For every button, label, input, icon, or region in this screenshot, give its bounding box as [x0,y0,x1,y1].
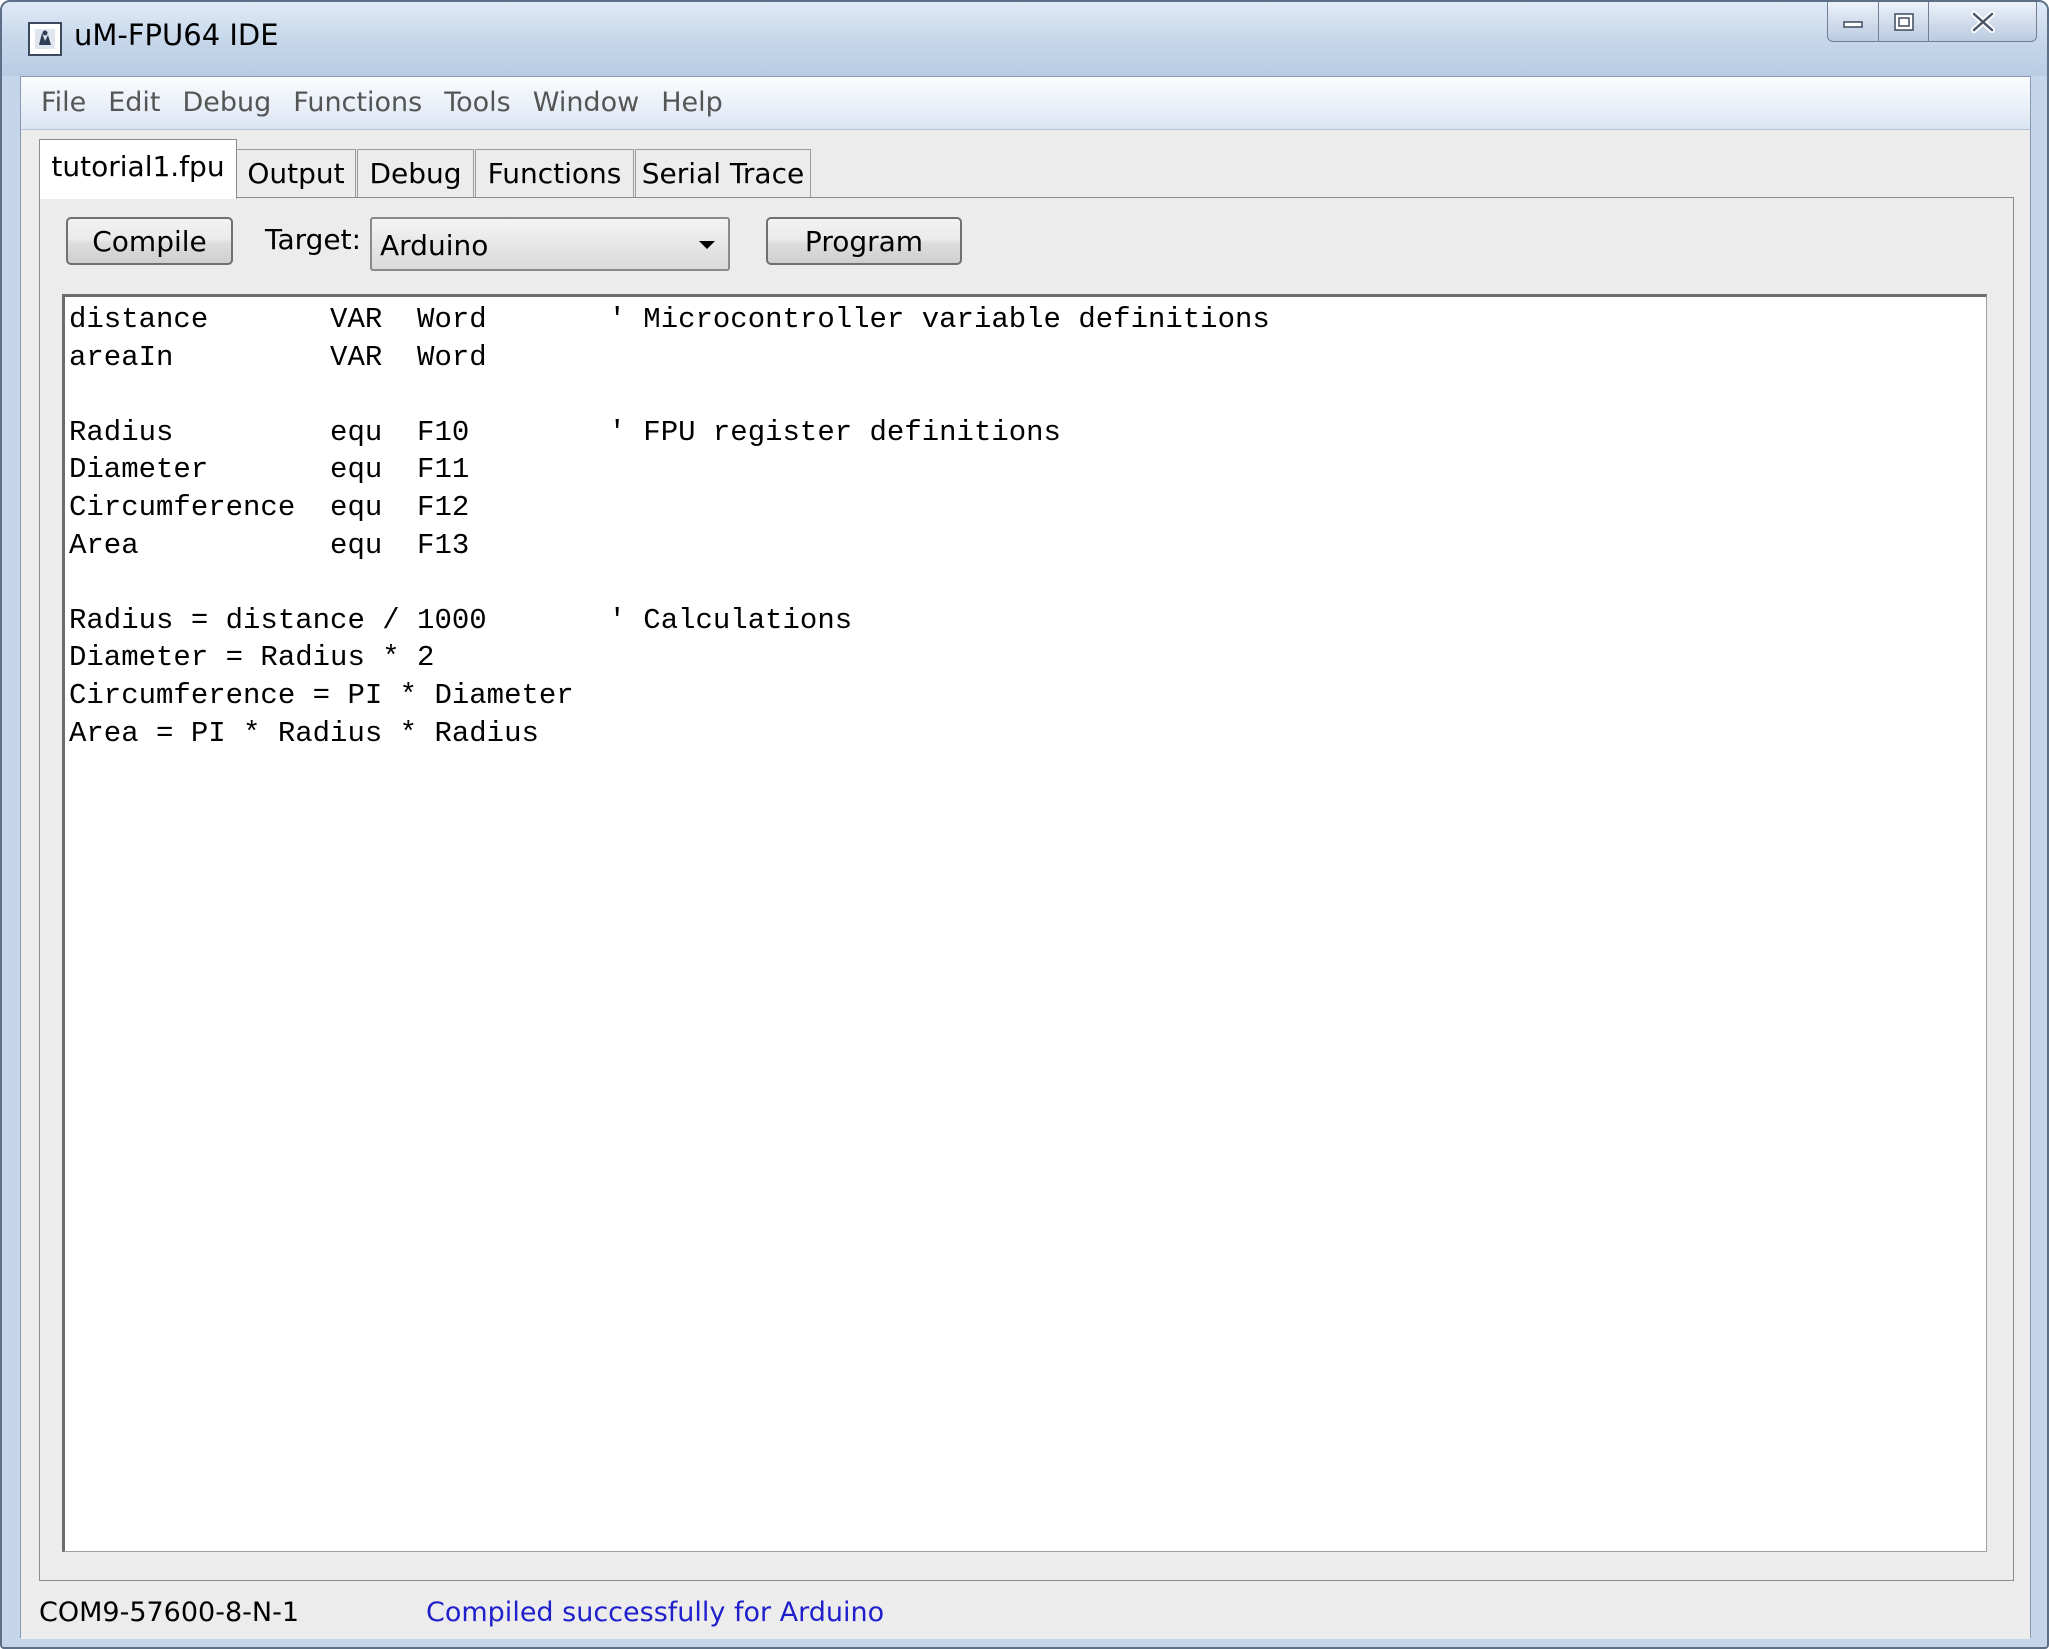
menu-edit[interactable]: Edit [97,77,171,129]
close-icon [1970,10,1995,33]
tab-functions[interactable]: Functions [475,149,634,197]
app-icon[interactable] [28,22,62,56]
menu-debug[interactable]: Debug [171,77,282,129]
target-label: Target: [265,223,362,256]
maximize-button[interactable] [1879,2,1929,42]
code-line: Circumference = PI * Diameter [69,678,574,712]
menu-tools[interactable]: Tools [433,77,522,129]
tab-serial-trace[interactable]: Serial Trace [635,149,811,197]
target-select-value: Arduino [380,229,489,262]
minimize-icon [1843,20,1863,28]
code-line: areaIn VAR Word [69,340,487,374]
code-editor[interactable]: distance VAR Word ' Microcontroller vari… [62,294,1987,1552]
menu-help[interactable]: Help [650,77,734,129]
maximize-icon [1893,12,1914,31]
status-bar: COM9-57600-8-N-1 Compiled successfully f… [21,1585,2030,1639]
program-button[interactable]: Program [766,217,962,265]
code-line: Radius equ F10 ' FPU register definition… [69,415,1061,449]
status-message: Compiled successfully for Arduino [426,1597,885,1628]
editor-tab-panel: Compile Target: Arduino Program distance… [39,197,2014,1581]
code-text: distance VAR Word ' Microcontroller vari… [69,301,1270,752]
minimize-button[interactable] [1827,2,1879,42]
code-line: Area = PI * Radius * Radius [69,716,539,750]
title-bar[interactable]: uM-FPU64 IDE [2,2,2047,76]
code-line: Area equ F13 [69,528,470,562]
chevron-down-icon [699,241,715,249]
close-button[interactable] [1929,2,2037,42]
target-select[interactable]: Arduino [370,217,730,271]
tab-debug[interactable]: Debug [357,149,474,197]
caption-buttons [1827,2,2037,46]
code-line: Diameter equ F11 [69,453,470,487]
menu-window[interactable]: Window [522,77,650,129]
code-line: distance VAR Word ' Microcontroller vari… [69,303,1270,336]
code-line: Circumference equ F12 [69,490,470,524]
code-line: Diameter = Radius * 2 [69,641,435,675]
window-title: uM-FPU64 IDE [74,18,279,52]
client-area: File Edit Debug Functions Tools Window H… [20,76,2031,1639]
menu-file[interactable]: File [21,77,97,129]
status-port: COM9-57600-8-N-1 [39,1597,299,1628]
code-line: Radius = distance / 1000 ' Calculations [69,603,853,637]
app-window: uM-FPU64 IDE File Edit Debug Functions T… [0,0,2049,1649]
compile-button[interactable]: Compile [66,217,233,265]
menu-bar: File Edit Debug Functions Tools Window H… [21,77,2030,130]
tab-tutorial1-fpu[interactable]: tutorial1.fpu [39,139,237,199]
menu-functions[interactable]: Functions [282,77,433,129]
tab-output[interactable]: Output [236,149,356,197]
